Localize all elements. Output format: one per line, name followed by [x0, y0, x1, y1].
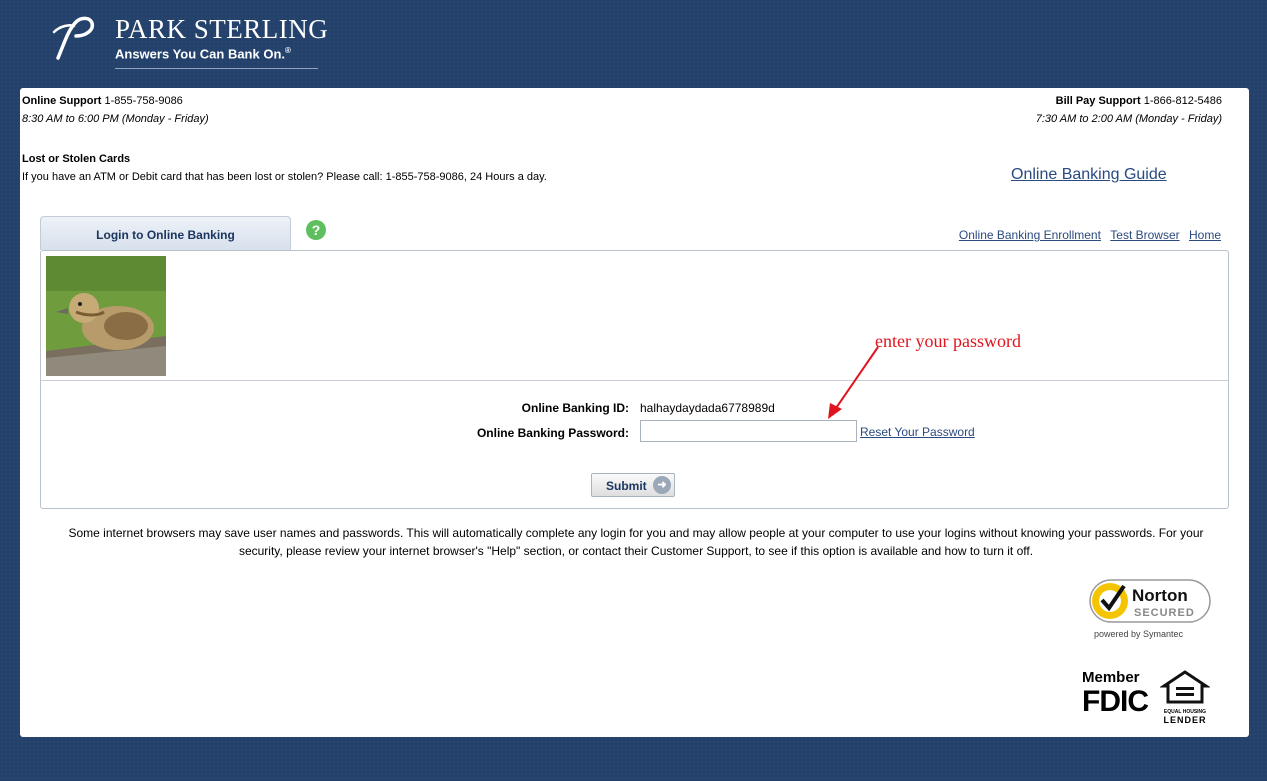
park-sterling-logo-icon[interactable]: [50, 14, 98, 64]
browser-security-notice: Some internet browsers may save user nam…: [68, 526, 1204, 558]
duckling-image-icon: [46, 256, 166, 376]
online-banking-id-label: Online Banking ID:: [521, 401, 629, 415]
norton-secured-badge-icon[interactable]: Norton SECURED powered by Symantec: [1088, 576, 1214, 644]
norton-powered-text: powered by Symantec: [1094, 629, 1184, 639]
tab-login-online-banking[interactable]: Login to Online Banking: [40, 216, 291, 250]
brand-name: PARK STERLING: [115, 14, 329, 44]
equal-housing-lender-badge: EQUAL HOUSING LENDER: [1159, 670, 1211, 725]
billpay-support-hours: 7:30 AM to 2:00 AM (Monday - Friday): [1035, 113, 1222, 125]
billpay-support-info: Bill Pay Support 1-866-812-5486 7:30 AM …: [1036, 92, 1222, 128]
ehl-line2: LENDER: [1163, 715, 1207, 725]
top-links: Online Banking Enrollment Test Browser H…: [953, 228, 1221, 242]
annotation-text: enter your password: [875, 331, 1021, 351]
security-image: [46, 256, 166, 376]
test-browser-link[interactable]: Test Browser: [1110, 228, 1179, 242]
brand-tagline-text: Answers You Can Bank On.: [115, 46, 286, 62]
tab-login-label: Login to Online Banking: [96, 228, 235, 242]
online-support-info: Online Support 1-855-758-9086 8:30 AM to…: [22, 92, 209, 128]
password-input[interactable]: [640, 420, 857, 442]
help-icon[interactable]: ?: [306, 220, 326, 240]
online-banking-id-value: halhaydaydada6778989d: [640, 401, 775, 415]
reset-password-link[interactable]: Reset Your Password: [860, 425, 975, 439]
lost-cards-text: If you have an ATM or Debit card that ha…: [22, 171, 547, 183]
submit-label: Submit: [606, 479, 647, 493]
online-banking-guide-link[interactable]: Online Banking Guide: [1011, 166, 1167, 184]
online-support-phone: 1-855-758-9086: [104, 95, 183, 107]
online-support-hours: 8:30 AM to 6:00 PM (Monday - Friday): [22, 113, 209, 125]
norton-secured-text: SECURED: [1134, 607, 1195, 619]
annotation-arrow-icon: [828, 346, 879, 419]
fdic-badge: Member FDIC: [1082, 669, 1149, 722]
submit-button[interactable]: Submit ➜: [591, 473, 675, 497]
lost-cards-title: Lost or Stolen Cards: [22, 153, 131, 165]
arrow-right-icon: ➜: [653, 476, 671, 494]
registered-mark: ®: [285, 46, 291, 55]
site-header: PARK STERLING Answers You Can Bank On.®: [0, 0, 1267, 88]
form-divider: [41, 380, 1228, 381]
brand-tagline: Answers You Can Bank On.®: [115, 46, 291, 61]
norton-name: Norton: [1132, 586, 1188, 605]
billpay-support-label: Bill Pay Support: [1055, 95, 1141, 107]
lost-cards-info: Lost or Stolen Cards If you have an ATM …: [22, 150, 547, 186]
equal-housing-icon: [1159, 670, 1211, 704]
login-box: Online Banking ID: halhaydaydada6778989d…: [40, 250, 1229, 509]
brand-underline: [115, 68, 318, 69]
billpay-support-phone: 1-866-812-5486: [1143, 95, 1222, 107]
main-panel: Online Support 1-855-758-9086 8:30 AM to…: [20, 88, 1249, 737]
home-link[interactable]: Home: [1189, 228, 1221, 242]
fdic-member-text: Member: [1082, 669, 1140, 686]
online-banking-enrollment-link[interactable]: Online Banking Enrollment: [959, 228, 1101, 242]
online-banking-password-label: Online Banking Password:: [476, 426, 629, 440]
online-support-label: Online Support: [22, 95, 102, 107]
fdic-text: FDIC: [1082, 685, 1149, 718]
